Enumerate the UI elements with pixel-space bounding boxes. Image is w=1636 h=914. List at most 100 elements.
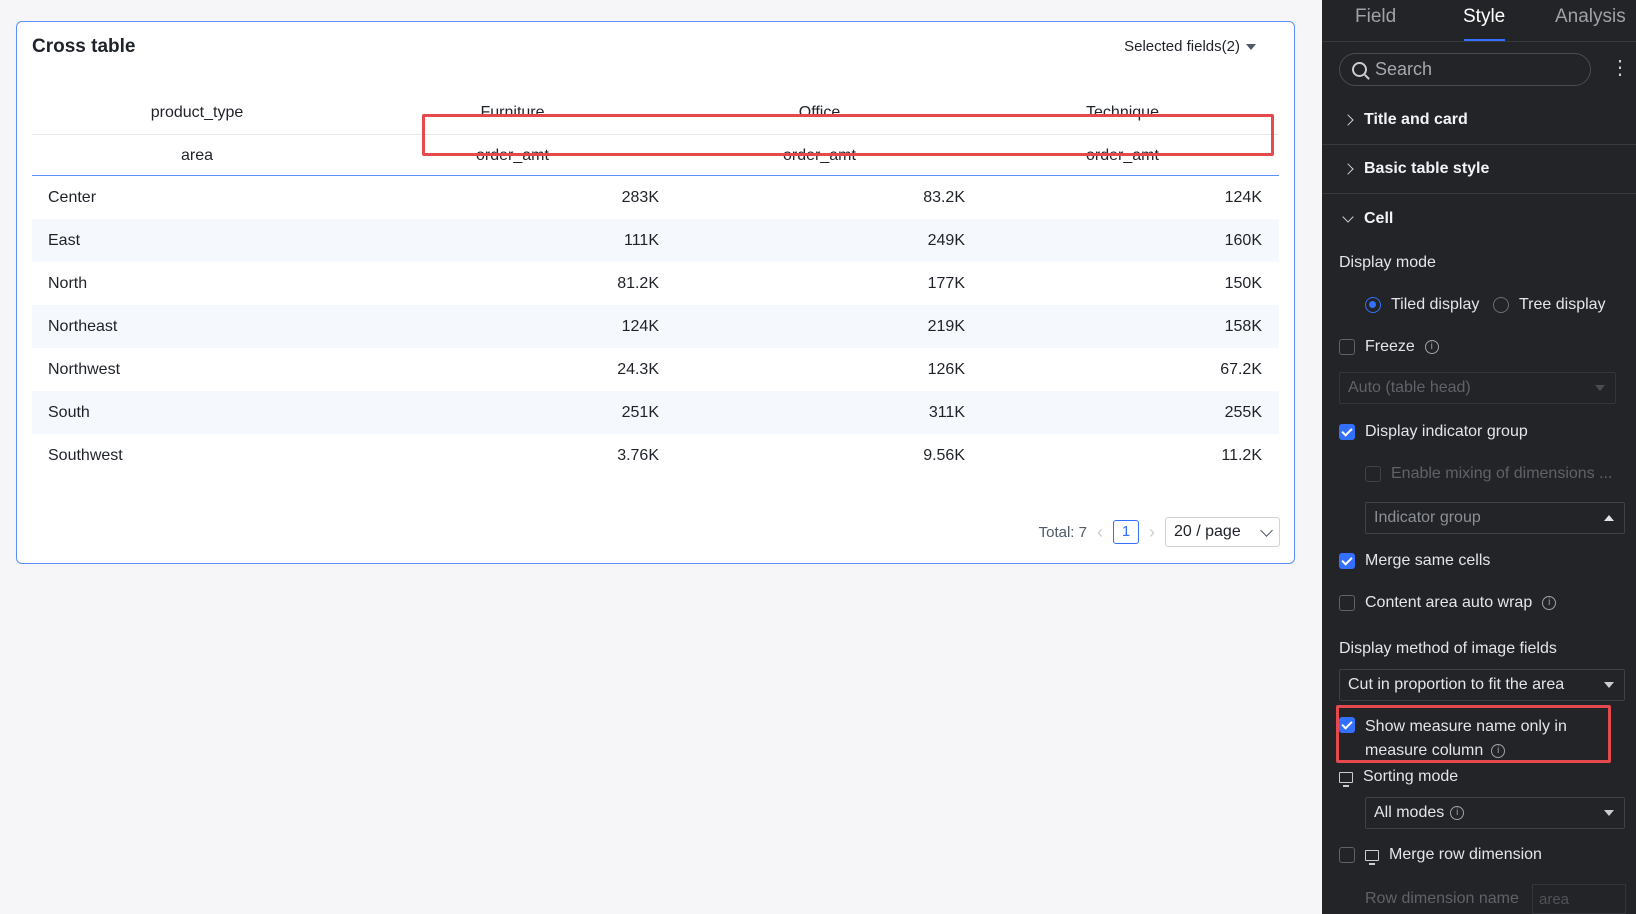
value-cell: 9.56K (923, 447, 965, 464)
monitor-icon (1339, 771, 1353, 787)
tab-style[interactable]: Style (1463, 6, 1505, 28)
value-cell: 177K (927, 275, 965, 292)
checkbox-icon (1339, 847, 1355, 863)
freeze-label: Freeze (1365, 338, 1415, 355)
show-measure-name-line2-wrap: measure column i (1365, 739, 1567, 763)
chevron-down-icon (1342, 210, 1354, 223)
active-tab-indicator (1464, 39, 1505, 41)
value-cell: 160K (1224, 232, 1262, 249)
page-size-select[interactable]: 20 / page (1165, 517, 1280, 547)
sorting-mode-row: Sorting mode (1339, 768, 1459, 787)
sorting-mode-select[interactable]: All modes i (1365, 797, 1625, 829)
merge-row-dimension-checkbox[interactable]: Merge row dimension (1339, 846, 1542, 865)
checkbox-icon (1339, 339, 1355, 355)
row-dimension-cell: North (48, 275, 88, 292)
radio-selected-icon (1365, 297, 1381, 313)
table-row: Northwest 24.3K 126K 67.2K (32, 348, 1279, 391)
section-title-and-card[interactable]: Title and card (1322, 96, 1636, 145)
info-icon[interactable]: i (1542, 596, 1557, 610)
value-cell: 311K (928, 404, 965, 421)
image-fields-select[interactable]: Cut in proportion to fit the area (1339, 669, 1625, 701)
value-cell: 150K (1224, 275, 1262, 292)
value-cell: 283K (621, 189, 659, 206)
chevron-down-icon (1260, 523, 1273, 537)
value-cell: 158K (1224, 318, 1262, 335)
header-cell[interactable]: area (32, 135, 362, 177)
indicator-group-value: Indicator group (1374, 509, 1481, 526)
row-dimension-cell: Southwest (48, 447, 123, 464)
value-cell: 126K (927, 361, 965, 378)
total-count: Total: 7 (1038, 523, 1087, 541)
row-dimension-cell: South (48, 404, 90, 421)
info-icon[interactable]: i (1424, 340, 1439, 354)
page-size-value: 20 / page (1174, 523, 1241, 540)
checkbox-icon (1365, 466, 1381, 482)
table-row: Southwest 3.76K 9.56K 11.2K (32, 434, 1279, 477)
section-basic-table-style[interactable]: Basic table style (1322, 145, 1636, 194)
row-dimension-cell: Northwest (48, 361, 121, 378)
row-dimension-cell: Center (48, 189, 97, 206)
row-dimension-cell: Northeast (48, 318, 118, 335)
value-cell: 249K (927, 232, 965, 249)
value-cell: 219K (927, 318, 965, 335)
checkbox-checked-icon (1339, 553, 1355, 569)
freeze-select-value: Auto (table head) (1348, 379, 1471, 396)
content-auto-wrap-label: Content area auto wrap (1365, 594, 1533, 611)
section-cell[interactable]: Cell (1322, 194, 1636, 243)
display-mode-label: Display mode (1339, 254, 1436, 271)
tab-field[interactable]: Field (1355, 6, 1396, 28)
enable-mixing-label: Enable mixing of dimensions ... (1391, 465, 1613, 482)
value-cell: 3.76K (617, 447, 659, 464)
section-label: Basic table style (1364, 160, 1490, 177)
tab-analysis[interactable]: Analysis (1555, 6, 1626, 28)
checkbox-checked-icon (1339, 717, 1355, 733)
merge-same-cells-checkbox[interactable]: Merge same cells (1339, 552, 1490, 570)
value-cell: 255K (1224, 404, 1262, 421)
pagination: Total: 7 ‹ 1 › 20 / page (1039, 517, 1280, 547)
cross-table-card: Cross table Selected fields(2) product_t… (16, 21, 1295, 564)
radio-unselected-icon (1493, 297, 1509, 313)
prev-page-icon[interactable]: ‹ (1097, 522, 1103, 543)
measure-header-highlight (422, 114, 1274, 156)
checkbox-checked-icon (1339, 424, 1355, 440)
show-measure-name-checkbox[interactable]: Show measure name only in measure column… (1339, 715, 1567, 763)
style-panel: Field Style Analysis ⋮ Title and card Ba… (1322, 0, 1636, 914)
section-label: Cell (1364, 209, 1394, 227)
tiled-display-radio[interactable]: Tiled display (1365, 296, 1479, 314)
card-title: Cross table (32, 36, 136, 57)
tree-display-radio[interactable]: Tree display (1493, 296, 1606, 314)
info-icon[interactable]: i (1491, 744, 1506, 758)
caret-up-icon (1604, 515, 1614, 521)
enable-mixing-checkbox[interactable]: Enable mixing of dimensions ... (1365, 465, 1612, 483)
merge-same-cells-label: Merge same cells (1365, 552, 1491, 569)
content-auto-wrap-checkbox[interactable]: Content area auto wrap i (1339, 594, 1557, 612)
freeze-checkbox[interactable]: Freeze i (1339, 338, 1439, 356)
display-indicator-group-checkbox[interactable]: Display indicator group (1339, 423, 1528, 441)
header-cell[interactable]: product_type (32, 92, 362, 134)
checkbox-icon (1339, 595, 1355, 611)
value-cell: 11.2K (1221, 447, 1262, 464)
info-icon[interactable]: i (1450, 806, 1465, 820)
more-options-icon[interactable]: ⋮ (1610, 58, 1630, 78)
chevron-right-icon (1342, 163, 1354, 175)
search-box (1339, 53, 1591, 86)
search-input[interactable] (1375, 59, 1565, 80)
sorting-mode-label: Sorting mode (1363, 768, 1459, 785)
table-row: East 111K 249K 160K (32, 219, 1279, 262)
selected-fields-dropdown[interactable]: Selected fields(2) (1124, 38, 1256, 55)
row-dimension-name-input[interactable]: area (1532, 884, 1626, 914)
monitor-icon (1365, 849, 1379, 865)
value-cell: 251K (621, 404, 659, 421)
freeze-select[interactable]: Auto (table head) (1339, 372, 1616, 404)
indicator-group-select[interactable]: Indicator group (1365, 502, 1625, 534)
page-1-button[interactable]: 1 (1113, 520, 1139, 544)
value-cell: 67.2K (1220, 361, 1262, 378)
sorting-mode-value: All modes (1374, 804, 1445, 821)
section-label: Title and card (1364, 111, 1468, 128)
image-fields-value: Cut in proportion to fit the area (1348, 676, 1565, 693)
row-dimension-cell: East (48, 232, 81, 249)
next-page-icon[interactable]: › (1149, 522, 1155, 543)
selected-fields-label: Selected fields(2) (1124, 38, 1240, 55)
table-row: South 251K 311K 255K (32, 391, 1279, 434)
panel-tabs: Field Style Analysis (1322, 0, 1636, 42)
